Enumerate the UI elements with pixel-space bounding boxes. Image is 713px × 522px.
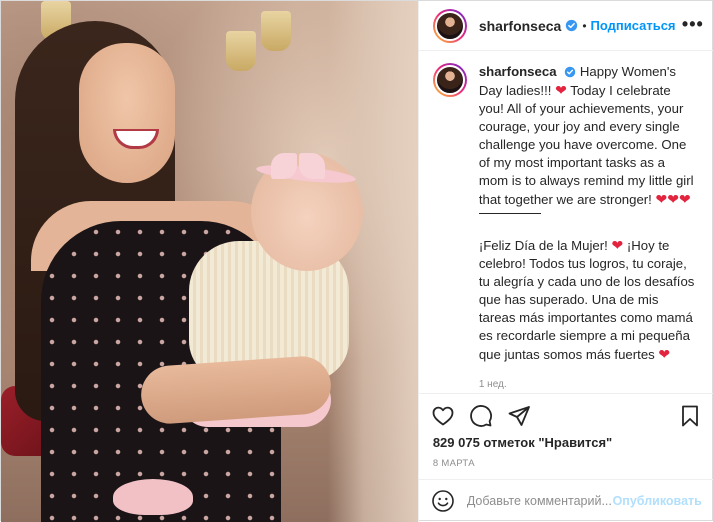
post-sidebar: sharfonseca • Подписаться ••• sharfonsec… (417, 1, 713, 522)
paper-plane-icon[interactable] (507, 404, 531, 428)
heart-emoji-icon: ❤ (678, 191, 691, 207)
caption-avatar[interactable] (432, 63, 467, 97)
verified-badge-icon (564, 66, 576, 78)
caption-text-es: ¡Feliz Día de la Mujer! ❤ ¡Hoy te celebr… (478, 237, 695, 362)
caption-timestamp: 1 нед. (478, 379, 507, 390)
heart-emoji-icon: ❤ (611, 237, 624, 253)
like-count[interactable]: 829 075 отметок "Нравится" (433, 435, 612, 450)
follow-button[interactable]: Подписаться (591, 18, 676, 33)
comment-input[interactable]: Добавьте комментарий... (467, 494, 613, 508)
separator-dot: • (582, 18, 587, 33)
post-header: sharfonseca • Подписаться ••• (418, 1, 713, 51)
publish-button[interactable]: Опубликовать (613, 494, 702, 508)
avatar[interactable] (432, 8, 467, 43)
heart-emoji-icon: ❤ (658, 346, 671, 362)
bookmark-icon[interactable] (678, 404, 702, 428)
post-photo[interactable] (1, 1, 418, 522)
instagram-post: sharfonseca • Подписаться ••• sharfonsec… (0, 0, 713, 522)
caption-english: sharfonseca Happy Women's Day ladies!!! … (479, 63, 697, 209)
heart-emoji-icon: ❤ (655, 191, 668, 207)
heart-emoji-icon: ❤ (555, 82, 567, 98)
post-date: 8 МАРТА (432, 458, 475, 469)
more-options-icon[interactable]: ••• (682, 14, 704, 35)
divider (478, 213, 541, 214)
heart-emoji-icon: ❤ (667, 191, 679, 207)
post-actions (418, 393, 713, 437)
caption-text-en: Happy Women's Day ladies!!! ❤ Today I ce… (478, 64, 694, 207)
heart-outline-icon[interactable] (431, 404, 455, 428)
verified-badge-icon (566, 19, 578, 32)
comment-bar: Добавьте комментарий... Опубликовать (418, 479, 713, 522)
author-username[interactable]: sharfonseca (479, 18, 561, 34)
smiley-icon[interactable] (431, 489, 455, 513)
comment-bubble-icon[interactable] (469, 404, 493, 428)
caption-username[interactable]: sharfonseca (479, 64, 557, 79)
post-caption: sharfonseca Happy Women's Day ladies!!! … (419, 63, 713, 391)
